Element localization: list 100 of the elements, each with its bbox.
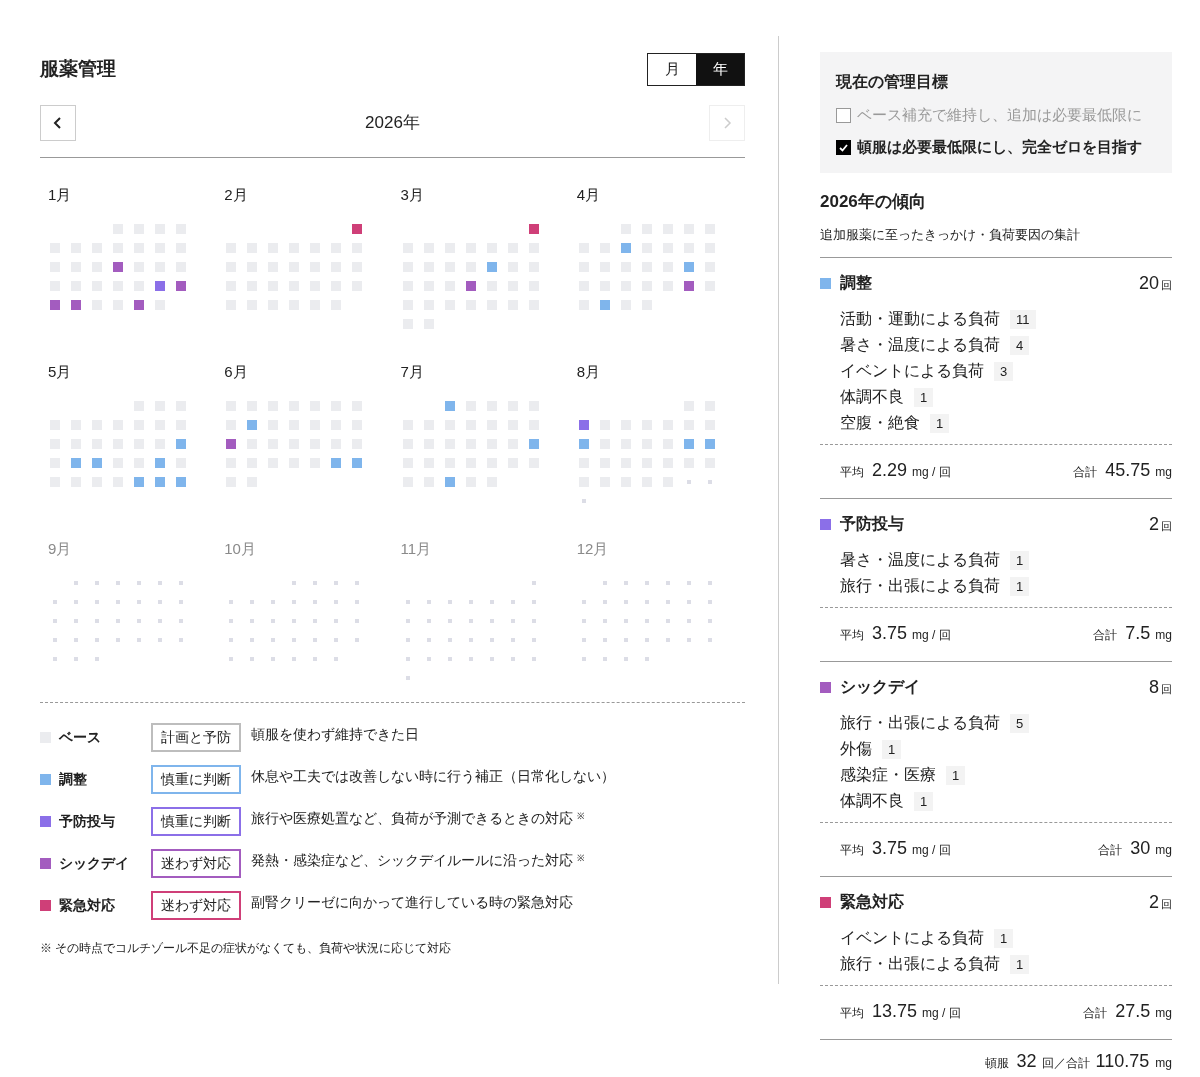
goal-label: ベース補充で維持し、追加は必要最低限に [857, 106, 1142, 125]
reason-count: 1 [930, 413, 950, 433]
total-unit: mg [1155, 626, 1172, 644]
legend-badge: 慎重に判断 [151, 807, 241, 836]
day-cell[interactable] [683, 438, 694, 449]
avg-unit: mg / 回 [922, 1004, 962, 1022]
count-unit: 回 [1161, 278, 1172, 293]
month-label: 6月 [223, 362, 249, 382]
grand-total-label: 頓服 [984, 1054, 1009, 1072]
reason-label: 旅行・出張による負荷 [840, 713, 1000, 734]
month-label: 9月 [47, 539, 73, 559]
day-cell[interactable] [578, 419, 589, 430]
legend-description: 旅行や医療処置など、負荷が予測できるときの対応 $^{※}$ [251, 809, 585, 828]
day-cell[interactable] [113, 261, 123, 272]
avg-value: 3.75 [872, 621, 908, 645]
view-tab[interactable]: 年 [696, 53, 744, 85]
prev-year-button[interactable] [40, 105, 76, 141]
day-cell[interactable] [444, 476, 455, 487]
day-cell[interactable] [176, 438, 186, 449]
reason-label: 旅行・出張による負荷 [840, 576, 1000, 597]
month-label: 12月 [575, 539, 610, 559]
total-label: 合計 [1083, 1004, 1108, 1022]
month-label: 11月 [399, 539, 433, 559]
day-cell[interactable] [134, 299, 144, 310]
reason-count: 1 [1010, 550, 1030, 570]
reason-count: 1 [882, 739, 902, 759]
trend-subtitle: 追加服薬に至ったきっかけ・負荷要因の集計 [820, 227, 1081, 244]
reason-count: 11 [1010, 309, 1036, 329]
reason-count: 1 [946, 765, 966, 785]
total-label: 合計 [1093, 626, 1118, 644]
day-cell[interactable] [528, 438, 539, 449]
day-cell[interactable] [444, 400, 455, 411]
total-unit: mg [1155, 841, 1172, 859]
reason-count: 1 [914, 387, 934, 407]
reason-count: 4 [1010, 335, 1030, 355]
month-label: 10月 [223, 539, 257, 559]
legend-badge: 計画と予防 [151, 723, 241, 752]
count-unit: 回 [1161, 519, 1172, 534]
day-cell[interactable] [704, 438, 715, 449]
day-cell[interactable] [226, 438, 237, 449]
day-cell[interactable] [331, 457, 342, 468]
chevron-right-icon [722, 117, 732, 129]
reason-label: イベントによる負荷 [840, 361, 984, 382]
avg-label: 平均 [840, 841, 864, 859]
legend-label: ベース [59, 728, 102, 747]
day-cell[interactable] [176, 476, 186, 487]
day-cell[interactable] [71, 299, 81, 310]
goal-checkbox[interactable] [836, 140, 851, 156]
day-cell[interactable] [528, 223, 539, 234]
day-cell[interactable] [683, 261, 694, 272]
day-cell[interactable] [155, 280, 165, 291]
day-cell[interactable] [247, 419, 258, 430]
day-cell[interactable] [599, 299, 610, 310]
day-cell[interactable] [620, 242, 631, 253]
grand-total-unit: mg [1155, 1054, 1172, 1072]
reason-label: 暑さ・温度による負荷 [840, 335, 1000, 356]
count-unit: 回 [1161, 682, 1172, 697]
day-cell[interactable] [50, 299, 60, 310]
day-cell[interactable] [176, 280, 186, 291]
avg-unit: mg / 回 [912, 463, 952, 481]
month-label: 8月 [575, 362, 602, 382]
day-cell[interactable] [155, 457, 165, 468]
legend-description: 発熱・感染症など、シックデイルールに沿った対応 $^{※}$ [251, 851, 585, 870]
check-icon [839, 143, 848, 152]
avg-unit: mg / 回 [912, 841, 952, 859]
day-cell[interactable] [92, 457, 102, 468]
reason-count: 1 [1010, 576, 1030, 596]
month-label: 5月 [47, 362, 73, 382]
reason-count: 1 [994, 928, 1014, 948]
footnote: ※ その時点でコルチゾール不足の症状がなくても、負荷や状況に応じて対応 [40, 940, 453, 957]
count-unit: 回 [1161, 897, 1172, 912]
category-count: 2 [1149, 512, 1159, 536]
day-cell[interactable] [683, 280, 694, 291]
avg-value: 13.75 [872, 999, 918, 1023]
legend-label: 予防投与 [59, 812, 116, 831]
day-cell[interactable] [578, 438, 589, 449]
day-cell[interactable] [465, 280, 476, 291]
reason-label: 旅行・出張による負荷 [840, 954, 1000, 975]
total-value: 45.75 [1105, 458, 1151, 482]
day-cell[interactable] [352, 457, 363, 468]
day-cell[interactable] [486, 261, 497, 272]
month-label: 1月 [47, 185, 73, 205]
legend-label: 緊急対応 [59, 896, 116, 915]
legend-label: 調整 [59, 770, 88, 789]
reason-label: 暑さ・温度による負荷 [840, 550, 1000, 571]
day-cell[interactable] [352, 223, 363, 234]
goals-title: 現在の管理目標 [836, 72, 949, 92]
total-value: 7.5 [1125, 621, 1151, 645]
day-cell[interactable] [155, 476, 165, 487]
legend-badge: 迷わず対応 [151, 891, 241, 920]
day-cell[interactable] [134, 476, 144, 487]
category-name: 調整 [840, 273, 873, 294]
reason-count: 1 [1010, 954, 1030, 974]
reason-count: 3 [994, 361, 1014, 381]
avg-unit: mg / 回 [912, 626, 952, 644]
reason-label: 活動・運動による負荷 [840, 309, 1000, 330]
day-cell[interactable] [71, 457, 81, 468]
chevron-left-icon [53, 117, 63, 129]
legend-description: 休息や工夫では改善しない時に行う補正（日常化しない） [251, 767, 615, 786]
goal-checkbox[interactable] [836, 108, 851, 124]
